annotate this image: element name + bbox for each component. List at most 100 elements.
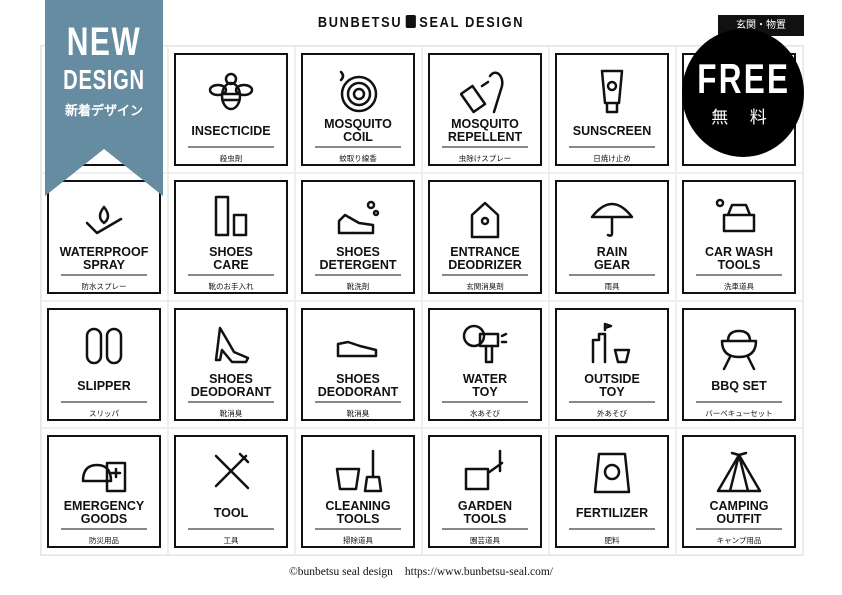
sneaker-bubbles-icon — [303, 190, 413, 245]
free-jp: 無 料 — [711, 108, 775, 128]
seal-label[interactable]: OUTSIDE TOY 外あそび — [555, 307, 669, 421]
water-gun-icon — [430, 318, 540, 373]
seal-label[interactable]: CAMPING OUTFIT キャンプ用品 — [682, 434, 796, 548]
label-cell: EMERGENCY GOODS 防災用品 — [41, 427, 168, 555]
label-cell: CAMPING OUTFIT キャンプ用品 — [676, 427, 803, 555]
logo-icon — [405, 15, 416, 28]
seal-label[interactable]: EMERGENCY GOODS 防災用品 — [47, 434, 161, 548]
label-jp: 雨具 — [604, 281, 620, 291]
label-title: OUTSIDE TOY — [584, 371, 640, 399]
label-title: SLIPPER — [77, 378, 131, 393]
label-cell: CLEANING TOOLS 掃除道具 — [295, 427, 422, 555]
label-cell: WATERPROOF SPRAY 防水スプレー — [41, 173, 168, 301]
seal-label[interactable]: ENTRANCE DEODRIZER 玄関消臭剤 — [428, 180, 542, 294]
seal-label[interactable]: RAIN GEAR 雨具 — [555, 180, 669, 294]
label-title: INSECTICIDE — [191, 124, 271, 139]
site-url[interactable]: https://www.bunbetsu-seal.com/ — [405, 566, 553, 578]
label-title: SUNSCREEN — [572, 124, 652, 139]
umbrella-icon — [557, 190, 667, 245]
seal-label[interactable]: FERTILIZER 肥料 — [555, 434, 669, 548]
ribbon-new: NEW — [66, 20, 142, 64]
sandcastle-icon — [557, 318, 667, 373]
spray-hand-icon — [430, 63, 540, 118]
seal-label[interactable]: CLEANING TOOLS 掃除道具 — [301, 434, 415, 548]
label-cell: GARDEN TOOLS 園芸道具 — [422, 427, 549, 555]
divider — [696, 400, 782, 403]
divider — [569, 400, 655, 403]
seal-label[interactable]: GARDEN TOOLS 園芸道具 — [428, 434, 542, 548]
divider — [61, 400, 147, 403]
label-cell: INSECTICIDE 殺虫剤 — [168, 46, 295, 174]
divider — [442, 146, 528, 149]
label-title: EMERGENCY GOODS — [63, 499, 145, 526]
divider — [696, 528, 782, 530]
divider — [442, 273, 528, 276]
seal-label[interactable]: BBQ SET バーベキューセット — [682, 307, 796, 421]
seal-label[interactable]: SHOES DEODORANT 靴消臭 — [301, 307, 415, 421]
seal-label[interactable]: MOSQUITO REPELLENT 虫除けスプレー — [428, 53, 542, 167]
label-cell: RAIN GEAR 雨具 — [549, 173, 676, 301]
label-jp: 靴洗剤 — [346, 281, 370, 291]
copyright: ©bunbetsu seal design — [288, 566, 393, 578]
ribbon-design: DESIGN — [63, 64, 145, 95]
seal-label[interactable]: CAR WASH TOOLS 洗車道具 — [682, 180, 796, 294]
label-cell: SHOES CARE 靴のお手入れ — [168, 173, 295, 301]
brand-left: BUNBETSU — [317, 14, 403, 31]
label-cell: OUTSIDE TOY 外あそび — [549, 300, 676, 428]
shoe-brush-icon — [176, 190, 286, 245]
free-text: FREE — [697, 55, 791, 102]
label-title: WATER TOY — [462, 371, 508, 399]
label-cell: BBQ SET バーベキューセット — [676, 300, 803, 428]
seal-label[interactable]: WATER TOY 水あそび — [428, 307, 542, 421]
seal-label[interactable]: INSECTICIDE 殺虫剤 — [174, 53, 288, 167]
seal-label[interactable]: SHOES CARE 靴のお手入れ — [174, 180, 288, 294]
bee-icon — [176, 63, 286, 120]
label-title: SHOES CARE — [209, 244, 253, 272]
seal-label[interactable]: SHOES DEODORANT 靴消臭 — [174, 307, 288, 421]
label-title: MOSQUITO COIL — [324, 117, 392, 145]
label-cell: SHOES DETERGENT 靴洗剤 — [295, 173, 422, 301]
divider — [315, 528, 401, 530]
label-title: SHOES DEODORANT — [317, 371, 399, 399]
fertilizer-bag-icon — [557, 445, 667, 502]
seal-label[interactable]: MOSQUITO COIL 蚊取り線香 — [301, 53, 415, 167]
water-drops-icon — [49, 190, 159, 245]
footer: ©bunbetsu seal design https://www.bunbets… — [0, 566, 842, 578]
brand-right: SEAL DESIGN — [419, 14, 525, 31]
label-title: TOOL — [213, 506, 249, 521]
seal-label[interactable]: SHOES DETERGENT 靴洗剤 — [301, 180, 415, 294]
label-jp: 防水スプレー — [81, 281, 127, 291]
label-cell: MOSQUITO REPELLENT 虫除けスプレー — [422, 46, 549, 174]
seal-label[interactable]: WATERPROOF SPRAY 防水スプレー — [47, 180, 161, 294]
helmet-backpack-icon — [49, 445, 159, 500]
divider — [315, 400, 401, 403]
label-jp: 靴消臭 — [219, 408, 243, 418]
label-jp: 園芸道具 — [470, 536, 500, 545]
hammer-wrench-icon — [176, 445, 286, 502]
divider — [61, 528, 147, 530]
label-jp: 殺虫剤 — [219, 154, 243, 164]
label-cell: TOOL 工具 — [168, 427, 295, 555]
seal-label[interactable]: SLIPPER スリッパ — [47, 307, 161, 421]
label-jp: スリッパ — [89, 408, 119, 418]
label-title: CAMPING OUTFIT — [709, 499, 769, 526]
label-cell: FERTILIZER 肥料 — [549, 427, 676, 555]
brand-logo: BUNBETSU SEAL DESIGN — [63, 14, 779, 31]
label-cell: SHOES DEODORANT 靴消臭 — [168, 300, 295, 428]
divider — [188, 146, 274, 149]
bucket-broom-icon — [303, 445, 413, 500]
seal-label[interactable]: TOOL 工具 — [174, 434, 288, 548]
sunscreen-tube-icon — [557, 63, 667, 120]
divider — [569, 273, 655, 276]
dress-shoe-icon — [303, 318, 413, 373]
seal-label[interactable]: SUNSCREEN 日焼け止め — [555, 53, 669, 167]
label-jp: キャンプ用品 — [716, 536, 762, 545]
label-jp: 防災用品 — [89, 536, 119, 545]
divider — [442, 528, 528, 530]
label-cell: ENTRANCE DEODRIZER 玄関消臭剤 — [422, 173, 549, 301]
label-title: CAR WASH TOOLS — [704, 244, 774, 272]
label-title: RAIN GEAR — [593, 244, 631, 272]
label-jp: 蚊取り線香 — [339, 154, 377, 164]
label-cell: SLIPPER スリッパ — [41, 300, 168, 428]
label-jp: バーベキューセット — [705, 408, 773, 418]
